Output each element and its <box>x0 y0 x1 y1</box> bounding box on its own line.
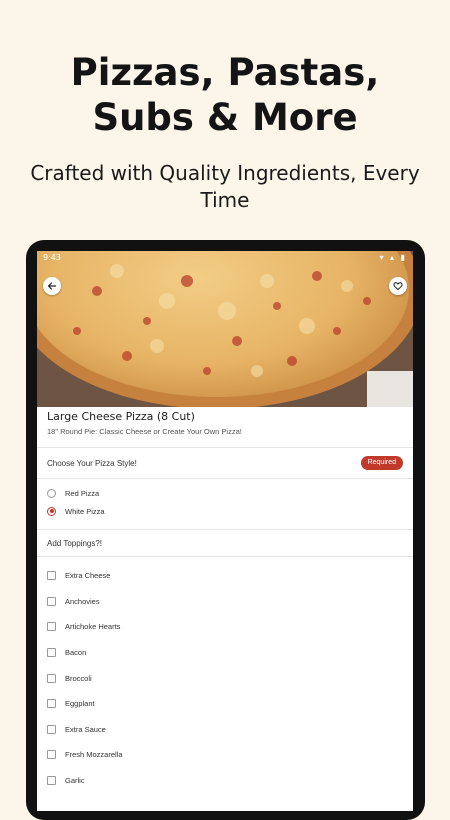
checkbox[interactable] <box>47 749 56 759</box>
status-time: 9:43 <box>43 253 61 262</box>
headline-line-2: Subs & More <box>92 96 358 139</box>
checkbox-label: Artichoke Hearts <box>65 621 121 631</box>
radio-label: White Pizza <box>65 506 105 516</box>
checkbox-label: Broccoli <box>65 673 92 683</box>
topping-fresh-mozzarella[interactable]: Fresh Mozzarella <box>47 746 347 762</box>
divider <box>37 478 413 479</box>
divider <box>37 529 413 530</box>
topping-garlic[interactable]: Garlic <box>47 772 347 788</box>
subline-line-1: Crafted with Quality Ingredients, Every <box>30 161 420 185</box>
favorite-button[interactable] <box>389 277 407 295</box>
checkbox[interactable] <box>47 621 56 631</box>
pizza-image <box>37 251 413 407</box>
divider <box>37 447 413 448</box>
checkbox-label: Garlic <box>65 775 85 785</box>
radio-button-selected[interactable] <box>47 506 56 516</box>
topping-extra-cheese[interactable]: Extra Cheese <box>47 567 347 583</box>
checkbox-label: Bacon <box>65 647 87 657</box>
status-bar: 9:43 ▾ ▴ ▮ <box>37 251 413 265</box>
checkbox[interactable] <box>47 673 56 683</box>
checkbox[interactable] <box>47 698 56 708</box>
checkbox-label: Anchovies <box>65 596 100 606</box>
heart-outline-icon <box>393 282 403 291</box>
toppings-label: Add Toppings?! <box>47 539 103 548</box>
radio-label: Red Pizza <box>65 488 100 498</box>
topping-broccoli[interactable]: Broccoli <box>47 670 347 686</box>
required-badge: Required <box>360 456 403 470</box>
checkbox[interactable] <box>47 570 56 580</box>
topping-extra-sauce[interactable]: Extra Sauce <box>47 721 347 737</box>
checkbox[interactable] <box>47 775 56 785</box>
item-photo <box>37 251 413 407</box>
pizza-style-label: Choose Your Pizza Style! <box>47 459 137 468</box>
topping-artichoke-hearts[interactable]: Artichoke Hearts <box>47 618 347 634</box>
divider <box>37 556 413 557</box>
headline-line-1: Pizzas, Pastas, <box>70 51 380 94</box>
back-button[interactable] <box>43 277 61 295</box>
subline-line-2: Time <box>200 188 250 212</box>
promo-headline: Pizzas, Pastas, Subs & More <box>0 50 450 140</box>
promo-subline: Crafted with Quality Ingredients, Every … <box>20 160 430 214</box>
arrow-left-icon <box>47 282 57 290</box>
checkbox-label: Extra Sauce <box>65 724 106 734</box>
checkbox[interactable] <box>47 724 56 734</box>
checkbox-label: Extra Cheese <box>65 570 111 580</box>
radio-button[interactable] <box>47 488 56 498</box>
topping-eggplant[interactable]: Eggplant <box>47 695 347 711</box>
checkbox-label: Fresh Mozzarella <box>65 749 123 759</box>
checkbox-label: Eggplant <box>65 698 95 708</box>
checkbox[interactable] <box>47 647 56 657</box>
status-icons: ▾ ▴ ▮ <box>379 253 407 262</box>
radio-option-white-pizza[interactable]: White Pizza <box>47 503 347 519</box>
app-screen: 9:43 ▾ ▴ ▮ Large Cheese Pizza (8 Cut) 18… <box>37 251 413 811</box>
topping-anchovies[interactable]: Anchovies <box>47 593 347 609</box>
checkbox[interactable] <box>47 596 56 606</box>
item-description: 18" Round Pie: Classic Cheese or Create … <box>47 427 242 436</box>
radio-option-red-pizza[interactable]: Red Pizza <box>47 485 347 501</box>
item-title: Large Cheese Pizza (8 Cut) <box>47 410 195 423</box>
topping-bacon[interactable]: Bacon <box>47 644 347 660</box>
